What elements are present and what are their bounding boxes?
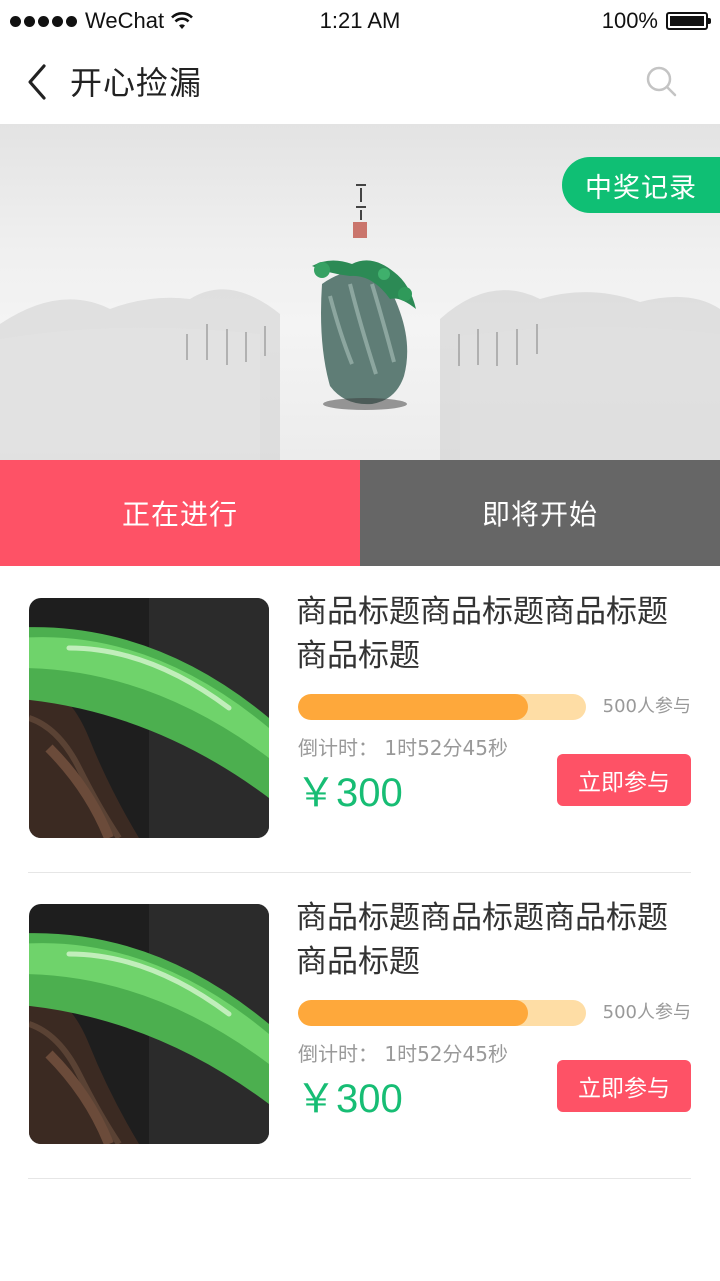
prize-record-button[interactable]: 中奖记录 — [562, 157, 720, 213]
product-title[interactable]: 商品标题商品标题商品标题商品标题 — [296, 590, 688, 678]
product-title[interactable]: 商品标题商品标题商品标题商品标题 — [296, 896, 688, 984]
progress-bar-fill — [298, 694, 529, 720]
page-title: 开心捡漏 — [70, 64, 203, 102]
countdown-timer: 倒计时： 1时52分45秒 — [298, 1042, 508, 1066]
status-right: 100% — [601, 8, 711, 34]
battery-percent: 100% — [601, 8, 658, 33]
tab-bar: 正在进行 即将开始 — [0, 460, 720, 566]
battery-icon — [666, 12, 711, 30]
product-price: ￥300 — [296, 771, 403, 815]
product-item[interactable]: 商品标题商品标题商品标题商品标题 500人参与 倒计时： 1时52分45秒 ￥3… — [28, 872, 691, 1179]
product-image[interactable] — [29, 904, 269, 1144]
search-icon[interactable] — [644, 64, 680, 100]
participants-count: 500人参与 — [602, 1002, 691, 1023]
nav-bar: 开心捡漏 — [0, 40, 720, 124]
product-item[interactable]: 商品标题商品标题商品标题商品标题 500人参与 倒计时： 1时52分45秒 ￥3… — [28, 566, 691, 873]
join-button[interactable]: 立即参与 — [557, 1060, 691, 1112]
banner[interactable]: 中奖记录 — [0, 124, 720, 460]
back-arrow-icon[interactable] — [22, 62, 62, 102]
progress-bar — [298, 694, 586, 720]
progress-bar-fill — [298, 1000, 529, 1026]
tab-upcoming[interactable]: 即将开始 — [360, 460, 720, 566]
tab-ongoing[interactable]: 正在进行 — [0, 460, 360, 566]
participants-count: 500人参与 — [602, 696, 691, 717]
product-price: ￥300 — [296, 1077, 403, 1121]
status-bar: WeChat 1:21 AM 100% — [0, 0, 720, 40]
countdown-timer: 倒计时： 1时52分45秒 — [298, 736, 508, 760]
progress-bar — [298, 1000, 586, 1026]
join-button[interactable]: 立即参与 — [557, 754, 691, 806]
product-image[interactable] — [29, 598, 269, 838]
